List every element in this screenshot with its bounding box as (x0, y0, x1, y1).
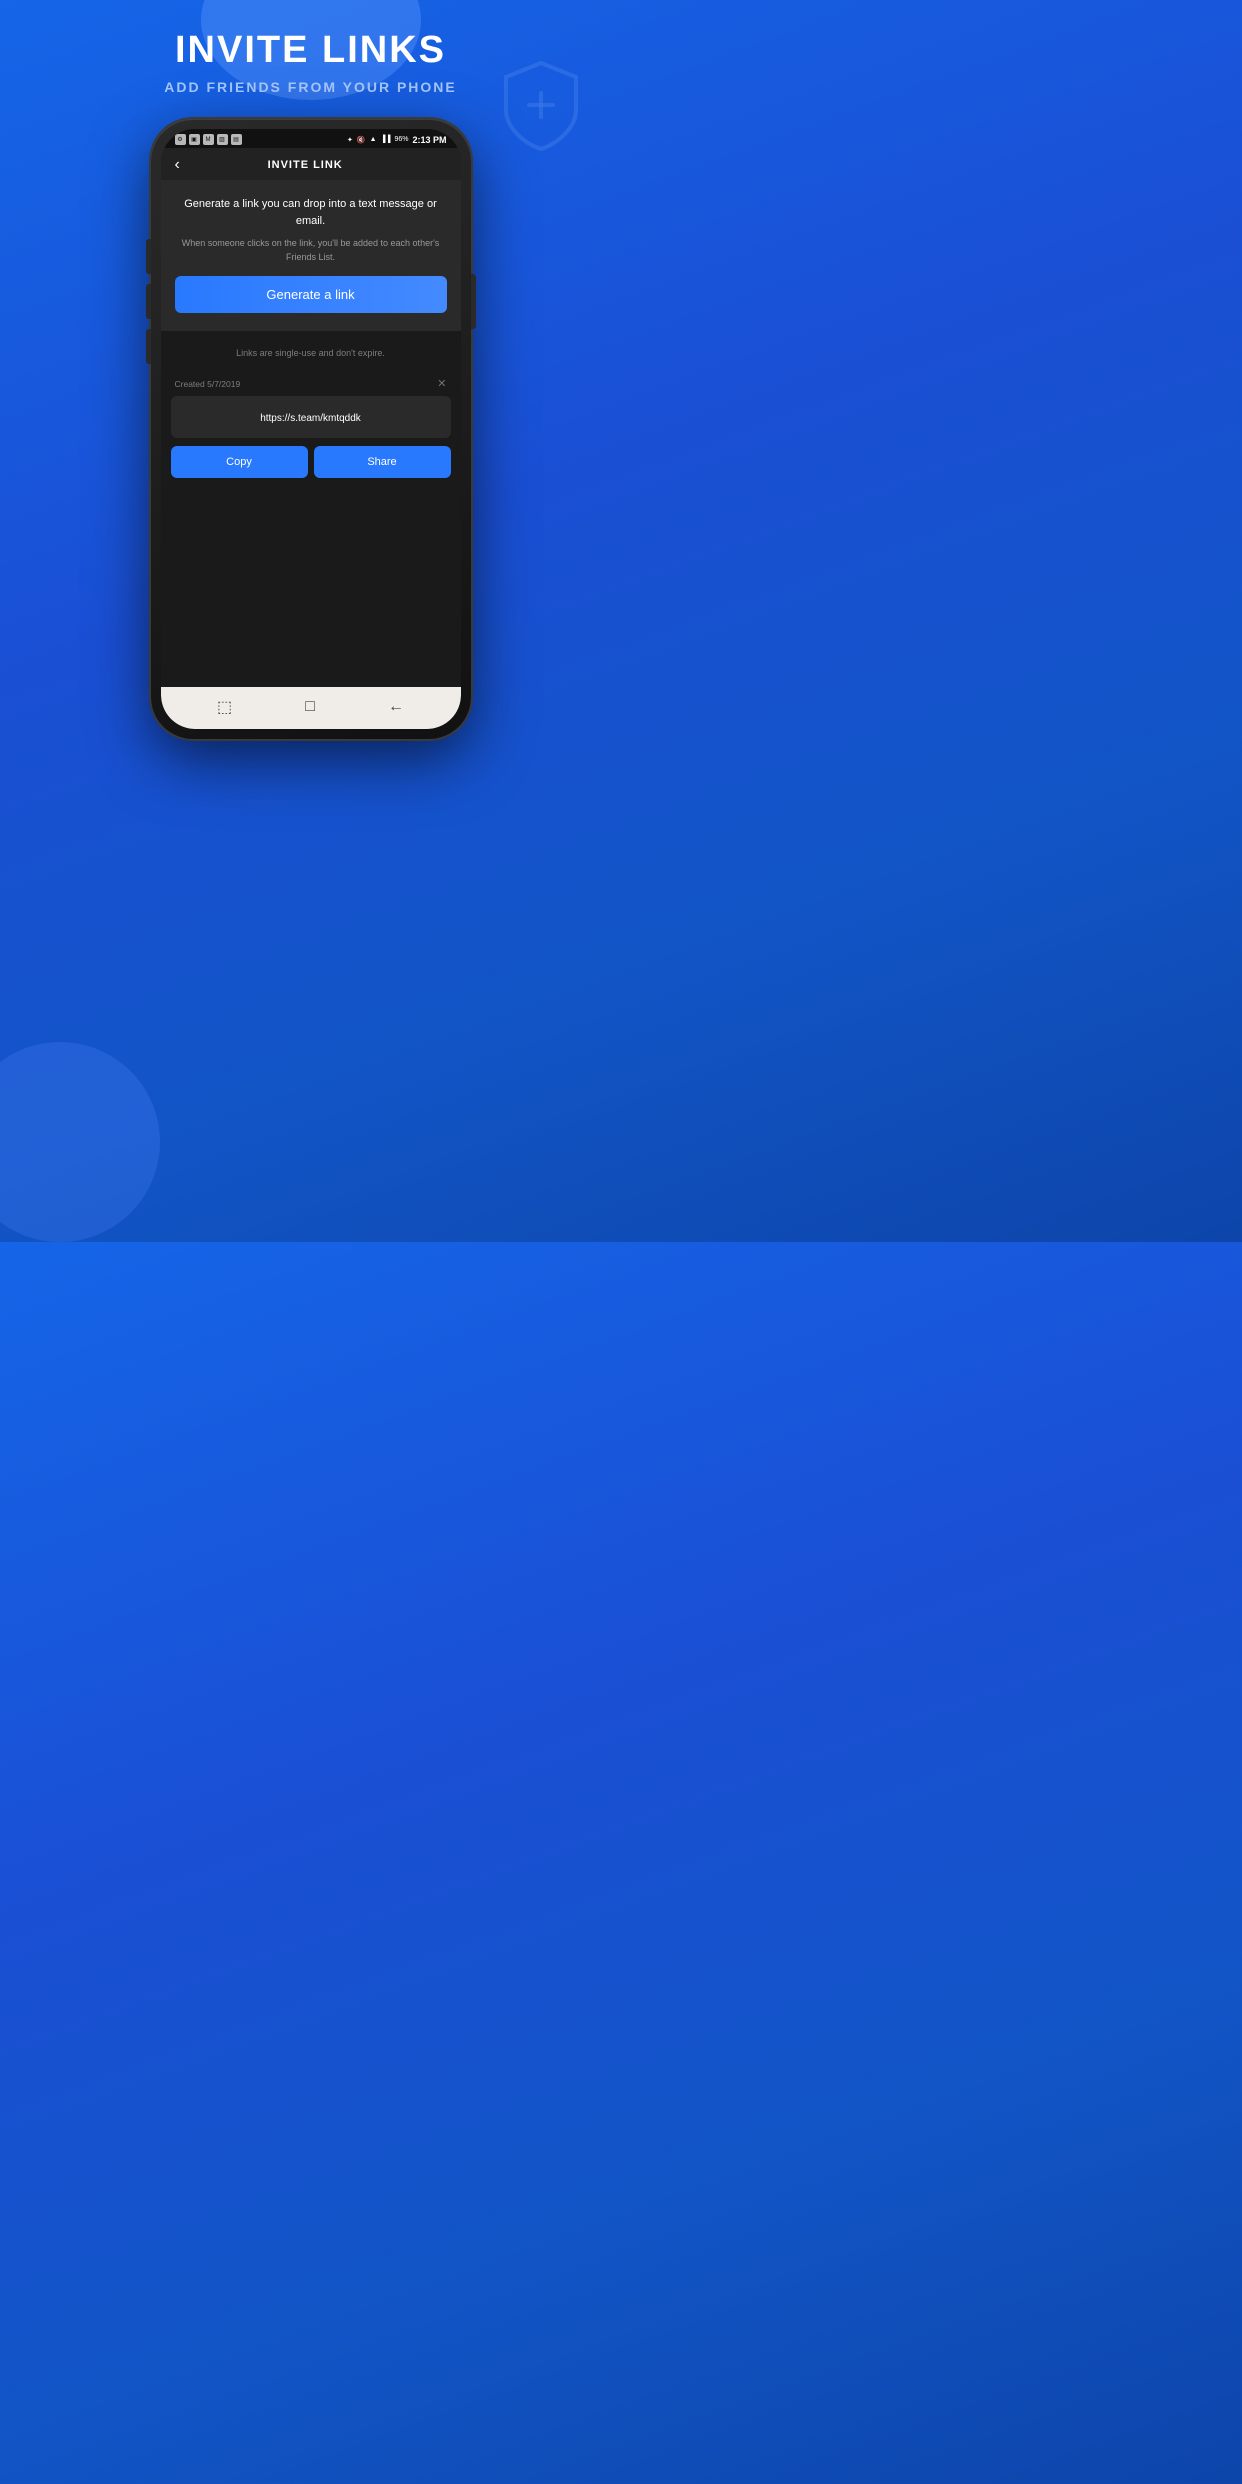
nav-title: INVITE LINK (180, 159, 431, 171)
link-card-header: Created 5/7/2019 ✕ (171, 373, 451, 396)
generate-link-button[interactable]: Generate a link (175, 276, 447, 313)
status-left-icons: ⚙ ▣ M ▨ ▤ (175, 134, 242, 145)
phone-screen: ⚙ ▣ M ▨ ▤ ✦ 🔇 ▲ ▐▐ 96% 2:13 PM ‹ I (161, 129, 461, 729)
status-icon-1: ⚙ (175, 134, 186, 145)
signal-icon: ▐▐ (381, 136, 391, 143)
status-icon-3: M (203, 134, 214, 145)
link-url-box: https://s.team/kmtqddk (171, 396, 451, 438)
phone-mockup: ⚙ ▣ M ▨ ▤ ✦ 🔇 ▲ ▐▐ 96% 2:13 PM ‹ I (151, 119, 471, 739)
close-link-button[interactable]: ✕ (437, 377, 446, 390)
bluetooth-icon: ✦ (347, 136, 353, 144)
status-time: 2:13 PM (412, 135, 446, 145)
android-back-button[interactable]: ← (388, 698, 404, 716)
app-nav-bar: ‹ INVITE LINK (161, 148, 461, 180)
status-icon-4: ▨ (217, 134, 228, 145)
status-icon-2: ▣ (189, 134, 200, 145)
wifi-icon: ▲ (370, 136, 377, 143)
info-main-text: Generate a link you can drop into a text… (175, 196, 447, 229)
volume-icon: 🔇 (357, 136, 366, 144)
sub-title: ADD FRIENDS FROM YOUR PHONE (164, 78, 457, 98)
main-title: INVITE LINKS (164, 30, 457, 72)
copy-button[interactable]: Copy (171, 446, 308, 478)
status-icon-5: ▤ (231, 134, 242, 145)
link-url: https://s.team/kmtqddk (260, 413, 361, 424)
battery-percent: 96% (394, 136, 408, 143)
android-recent-button[interactable]: ⬚ (217, 697, 232, 717)
link-card: Created 5/7/2019 ✕ https://s.team/kmtqdd… (171, 373, 451, 478)
single-use-note-area: Links are single-use and don't expire. (161, 331, 461, 373)
shield-bg-icon (491, 55, 591, 160)
app-content: Generate a link you can drop into a text… (161, 180, 461, 729)
link-actions: Copy Share (171, 446, 451, 478)
info-sub-text: When someone clicks on the link, you'll … (175, 237, 447, 264)
phone-notch (276, 130, 346, 137)
status-right-info: ✦ 🔇 ▲ ▐▐ 96% 2:13 PM (347, 135, 446, 145)
created-date: Created 5/7/2019 (175, 379, 241, 389)
android-nav-bar: ⬚ □ ← (161, 687, 461, 729)
bottom-space (161, 478, 461, 687)
share-button[interactable]: Share (314, 446, 451, 478)
header-area: INVITE LINKS ADD FRIENDS FROM YOUR PHONE (124, 30, 497, 97)
single-use-text: Links are single-use and don't expire. (236, 348, 385, 358)
bg-blob-decoration (0, 1042, 160, 1242)
info-card: Generate a link you can drop into a text… (161, 180, 461, 331)
phone-outer-shell: ⚙ ▣ M ▨ ▤ ✦ 🔇 ▲ ▐▐ 96% 2:13 PM ‹ I (151, 119, 471, 739)
android-home-button[interactable]: □ (305, 698, 315, 716)
